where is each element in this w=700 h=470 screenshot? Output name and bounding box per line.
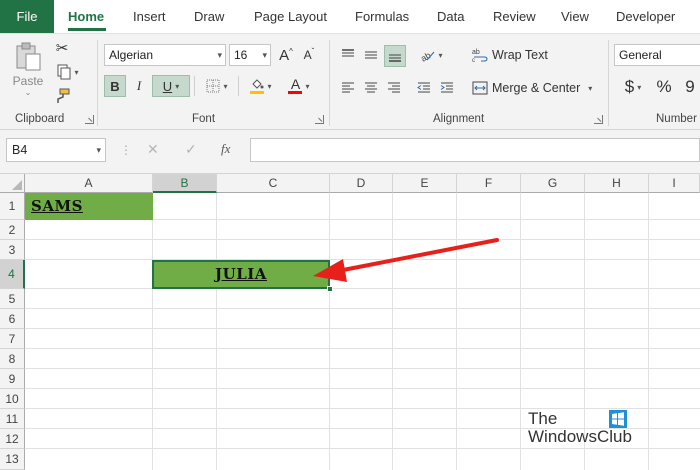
watermark-line1: The — [528, 409, 558, 428]
windows-logo-icon — [609, 410, 628, 428]
watermark-line2: WindowsClub — [528, 427, 632, 446]
annotation-arrow — [313, 238, 499, 282]
arrow-shaft — [336, 238, 499, 273]
arrow-head — [313, 259, 347, 282]
watermark: The WindowsClub — [528, 410, 632, 446]
